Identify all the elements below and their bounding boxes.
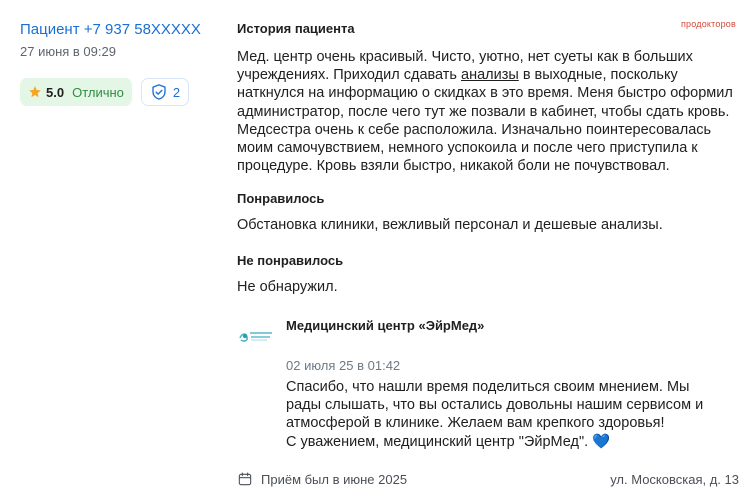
clinic-logo [239,332,272,342]
reply-last-line: С уважением, медицинский центр "ЭйрМед".… [286,433,741,451]
disliked-text: Не обнаружил. [237,278,338,295]
rating-badge: 5.0 Отлично [20,78,132,106]
disliked-title: Не понравилось [237,252,344,268]
reply-signature: С уважением, медицинский центр "ЭйрМед". [286,433,589,450]
story-text: Мед. центр очень красивый. Чисто, уютно,… [237,48,742,175]
reply-text: Спасибо, что нашли время поделиться свои… [286,378,741,451]
review-author-panel: Пациент +7 937 58XXXXX 27 июня в 09:29 5… [20,20,220,106]
visit-date: Приём был в июне 2025 [237,471,407,487]
reply-line: Спасибо, что нашли время поделиться свои… [286,379,690,395]
star-icon [29,86,41,98]
story-title: История пациента [237,21,355,36]
verified-badge[interactable]: 2 [140,78,190,106]
review-date: 27 июня в 09:29 [20,44,116,59]
verified-count: 2 [172,84,181,100]
story-text-part-2: в выходные, поскольку наткнулся на инфор… [237,67,733,175]
reply-line: атмосферой в клинике. Желаем вам крепког… [286,415,665,432]
review-body: История пациента Мед. центр очень красив… [237,20,742,296]
blue-heart-icon: 💙 [592,433,611,450]
reply-org-name[interactable]: Медицинский центр «ЭйрМед» [286,318,484,333]
patient-name[interactable]: Пациент +7 937 58XXXXX [20,20,220,40]
calendar-icon [238,472,252,486]
analyses-link[interactable]: анализы [461,67,519,83]
liked-title: Понравилось [237,191,325,207]
clinic-address[interactable]: ул. Московская, д. 13 [610,472,739,487]
liked-text: Обстановка клиники, вежливый персонал и … [237,217,663,234]
rating-label: Отлично [72,84,124,100]
reply-date: 02 июля 25 в 01:42 [286,358,401,373]
visit-date-text: Приём был в июне 2025 [261,471,408,487]
rating-value: 5.0 [46,84,65,100]
review-footer: Приём был в июне 2025 ул. Московская, д.… [237,471,742,491]
shield-check-icon [152,84,166,100]
reply-line: рады слышать, что вы остались довольны н… [286,397,704,414]
review-badges: 5.0 Отлично 2 [20,78,220,106]
